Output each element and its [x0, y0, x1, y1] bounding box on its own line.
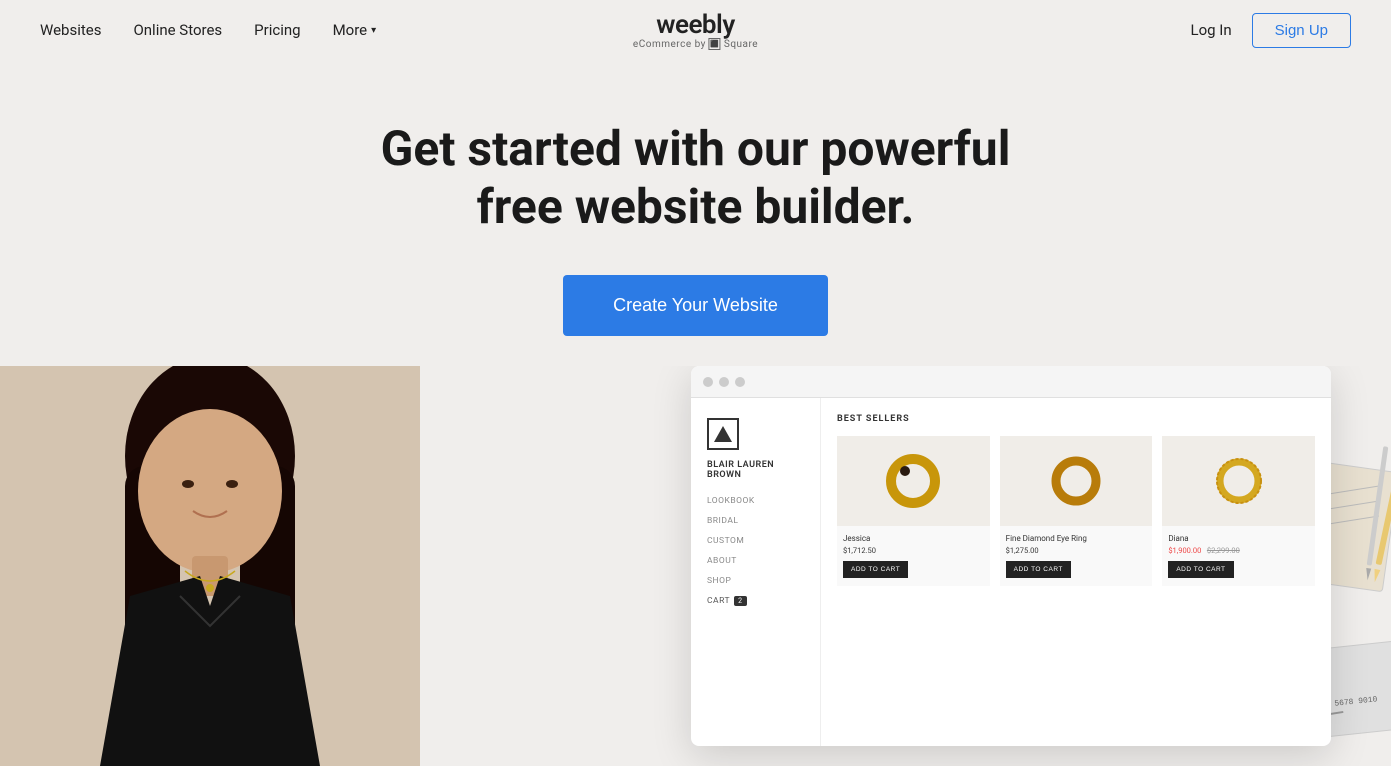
site-nav-cart[interactable]: CART 2 [707, 596, 804, 606]
products-grid: Jessica $1,712.50 ADD TO CART Fine Diamo… [837, 436, 1315, 586]
login-link[interactable]: Log In [1190, 21, 1231, 39]
browser-dot-1 [703, 377, 713, 387]
product-name-3: Diana [1162, 534, 1315, 543]
product-img-1 [837, 436, 990, 526]
chevron-down-icon: ▾ [371, 25, 376, 36]
logo-text[interactable]: weebly [656, 10, 734, 40]
site-nav-custom[interactable]: CUSTOM [707, 536, 804, 546]
browser-content: BLAIR LAUREN BROWN LOOKBOOK BRIDAL CUSTO… [691, 398, 1331, 746]
browser-bar [691, 366, 1331, 398]
section-title: BEST SELLERS [837, 414, 1315, 424]
nav-right: Log In Sign Up [1190, 13, 1351, 48]
nav-left: Websites Online Stores Pricing More ▾ [40, 21, 376, 39]
product-price-3: $1,900.00 $2,299.00 [1162, 546, 1315, 555]
nav-more[interactable]: More ▾ [333, 21, 377, 39]
product-card-2: Fine Diamond Eye Ring $1,275.00 ADD TO C… [1000, 436, 1153, 586]
product-price-1: $1,712.50 [837, 546, 990, 555]
browser-mockup: BLAIR LAUREN BROWN LOOKBOOK BRIDAL CUSTO… [691, 366, 1331, 746]
product-card-1: Jessica $1,712.50 ADD TO CART [837, 436, 990, 586]
site-nav-items: LOOKBOOK BRIDAL CUSTOM ABOUT SHOP CART 2 [707, 496, 804, 606]
square-icon: ⬛ [709, 38, 721, 50]
nav-online-stores[interactable]: Online Stores [133, 21, 222, 39]
triangle-icon [714, 426, 732, 442]
cta-button[interactable]: Create Your Website [563, 275, 828, 336]
product-card-3: Diana $1,900.00 $2,299.00 ADD TO CART [1162, 436, 1315, 586]
browser-dot-3 [735, 377, 745, 387]
hero-section: Get started with our powerful free websi… [0, 60, 1391, 366]
product-name-2: Fine Diamond Eye Ring [1000, 534, 1153, 543]
cart-badge: 2 [734, 596, 746, 606]
site-nav-lookbook[interactable]: LOOKBOOK [707, 496, 804, 506]
browser-dot-2 [719, 377, 729, 387]
add-to-cart-btn-1[interactable]: ADD TO CART [843, 561, 908, 578]
brand-name: BLAIR LAUREN BROWN [707, 460, 804, 480]
woman-image [0, 366, 420, 766]
site-sidebar: BLAIR LAUREN BROWN LOOKBOOK BRIDAL CUSTO… [691, 398, 821, 746]
site-logo-icon [707, 418, 739, 450]
hero-title: Get started with our powerful free websi… [336, 120, 1056, 235]
content-area: BLAIR LAUREN BROWN LOOKBOOK BRIDAL CUSTO… [0, 366, 1391, 766]
product-img-2 [1000, 436, 1153, 526]
nav-pricing[interactable]: Pricing [254, 21, 300, 39]
add-to-cart-btn-2[interactable]: ADD TO CART [1006, 561, 1071, 578]
product-price-2: $1,275.00 [1000, 546, 1153, 555]
site-nav-shop[interactable]: SHOP [707, 576, 804, 586]
product-img-3 [1162, 436, 1315, 526]
site-nav-bridal[interactable]: BRIDAL [707, 516, 804, 526]
site-main-content: BEST SELLERS Jessica $1,712.50 ADD TO CA… [821, 398, 1331, 746]
signup-button[interactable]: Sign Up [1252, 13, 1351, 48]
product-name-1: Jessica [837, 534, 990, 543]
nav-center-logo: weebly eCommerce by ⬛ Square [633, 10, 758, 50]
logo-subtitle: eCommerce by ⬛ Square [633, 38, 758, 50]
add-to-cart-btn-3[interactable]: ADD TO CART [1168, 561, 1233, 578]
navbar: Websites Online Stores Pricing More ▾ we… [0, 0, 1391, 60]
site-nav-about[interactable]: ABOUT [707, 556, 804, 566]
nav-websites[interactable]: Websites [40, 21, 101, 39]
